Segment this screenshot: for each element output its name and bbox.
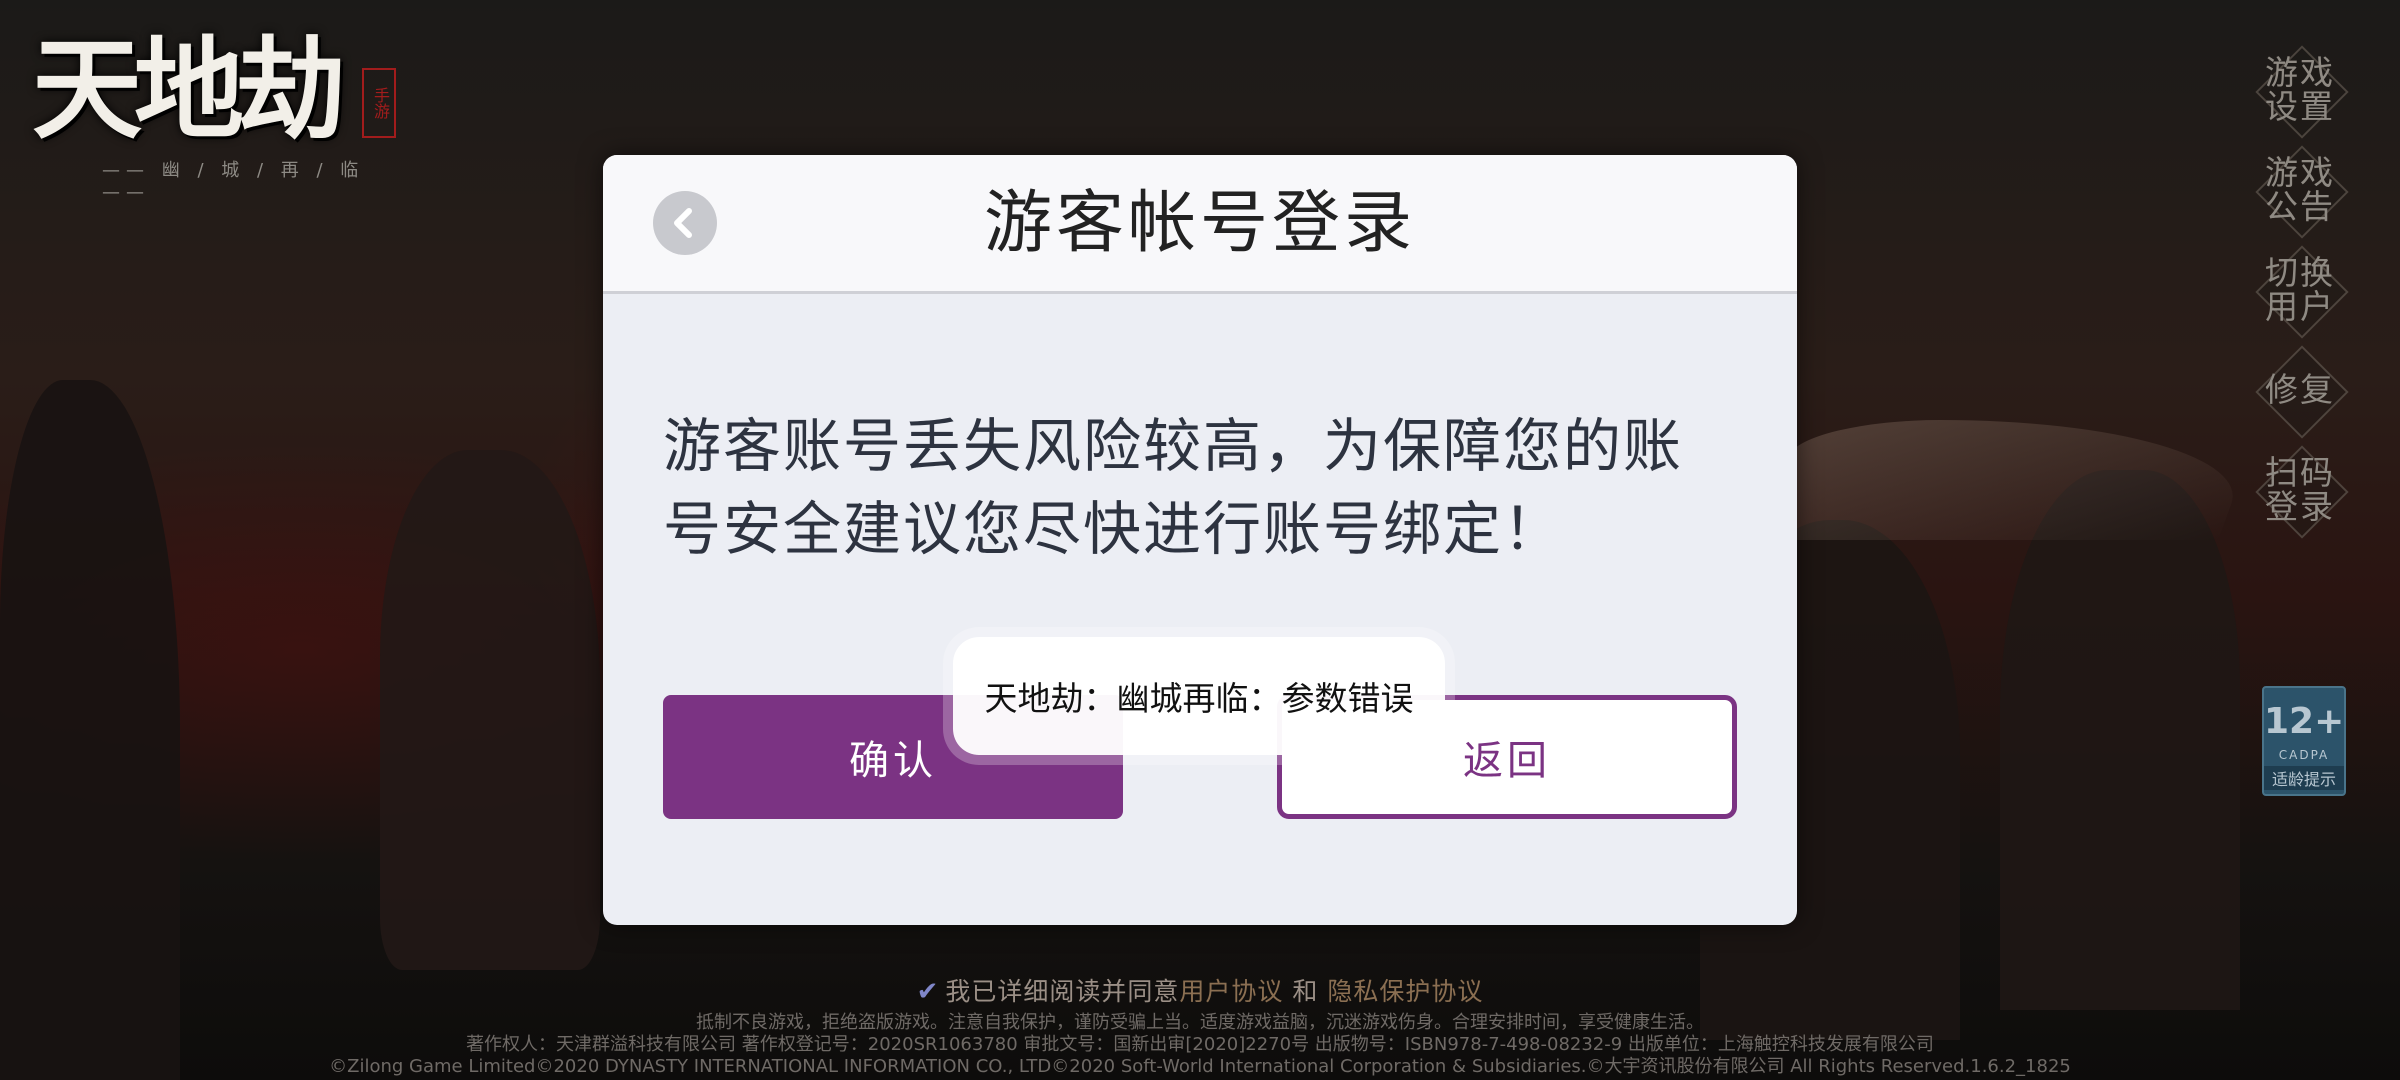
background-ridge bbox=[1758, 420, 2262, 540]
agreement-and: 和 bbox=[1292, 977, 1319, 1006]
error-toast: 天地劫：幽城再临：参数错误 bbox=[953, 637, 1445, 755]
scan-login-button[interactable]: 扫码登录 bbox=[2250, 440, 2350, 540]
logo-title: 天地劫 bbox=[32, 25, 346, 154]
side-item-label: 扫码登录 bbox=[2265, 453, 2335, 526]
repair-button[interactable]: 修复 bbox=[2250, 340, 2350, 440]
side-item-label: 游戏公告 bbox=[2265, 153, 2335, 226]
switch-user-button[interactable]: 切换用户 bbox=[2250, 240, 2350, 340]
game-logo: 天地劫 手游 —— 幽 / 城 / 再 / 临 —— bbox=[32, 25, 396, 203]
background-mountain bbox=[2000, 470, 2240, 1010]
age-rating-org: CADPA bbox=[2278, 748, 2330, 762]
copyright-registration: 著作权人：天津群溢科技有限公司 著作权登记号：2020SR1063780 审批文… bbox=[466, 1034, 1934, 1055]
age-rating-value: 12+ bbox=[2264, 701, 2345, 742]
health-notice: 抵制不良游戏，拒绝盗版游戏。注意自我保护，谨防受骗上当。适度游戏益脑，沉迷游戏伤… bbox=[696, 1012, 1704, 1033]
side-menu: 游戏设置 游戏公告 切换用户 修复 扫码登录 bbox=[2250, 40, 2350, 540]
age-rating-badge[interactable]: 12+ CADPA 适龄提示 bbox=[2262, 686, 2346, 796]
dialog-title: 游客帐号登录 bbox=[983, 184, 1416, 263]
agreement-row: ✔ 我已详细阅读并同意用户协议 和 隐私保护协议 bbox=[0, 972, 2400, 1008]
dialog-header: 游客帐号登录 bbox=[603, 155, 1797, 294]
agreement-text: 我已详细阅读并同意 bbox=[945, 977, 1180, 1006]
side-item-label: 游戏设置 bbox=[2265, 53, 2335, 126]
dialog-message: 游客账号丢失风险较高，为保障您的账号安全建议您尽快进行账号绑定！ bbox=[663, 412, 1684, 563]
game-settings-button[interactable]: 游戏设置 bbox=[2250, 40, 2350, 140]
logo-seal: 手游 bbox=[362, 68, 396, 138]
side-item-label: 修复 bbox=[2265, 370, 2335, 409]
background-mountain bbox=[380, 450, 600, 970]
legal-footer: 抵制不良游戏，拒绝盗版游戏。注意自我保护，谨防受骗上当。适度游戏益脑，沉迷游戏伤… bbox=[0, 1012, 2400, 1078]
age-rating-tip: 适龄提示 bbox=[2264, 766, 2344, 790]
guest-login-dialog: 游客帐号登录 游客账号丢失风险较高，为保障您的账号安全建议您尽快进行账号绑定！ … bbox=[603, 155, 1797, 925]
copyright-notice: ©Zilong Game Limited©2020 DYNASTY INTERN… bbox=[329, 1056, 2071, 1077]
game-notice-button[interactable]: 游戏公告 bbox=[2250, 140, 2350, 240]
privacy-agreement-link[interactable]: 隐私保护协议 bbox=[1327, 977, 1483, 1006]
game-login-screen: 天地劫 手游 —— 幽 / 城 / 再 / 临 —— 游戏设置 游戏公告 切换用… bbox=[0, 0, 2400, 1080]
user-agreement-link[interactable]: 用户协议 bbox=[1179, 977, 1283, 1006]
agreement-checkbox[interactable]: ✔ bbox=[917, 977, 940, 1007]
side-item-label: 切换用户 bbox=[2265, 253, 2335, 326]
logo-subtitle: —— 幽 / 城 / 再 / 临 —— bbox=[102, 160, 365, 203]
